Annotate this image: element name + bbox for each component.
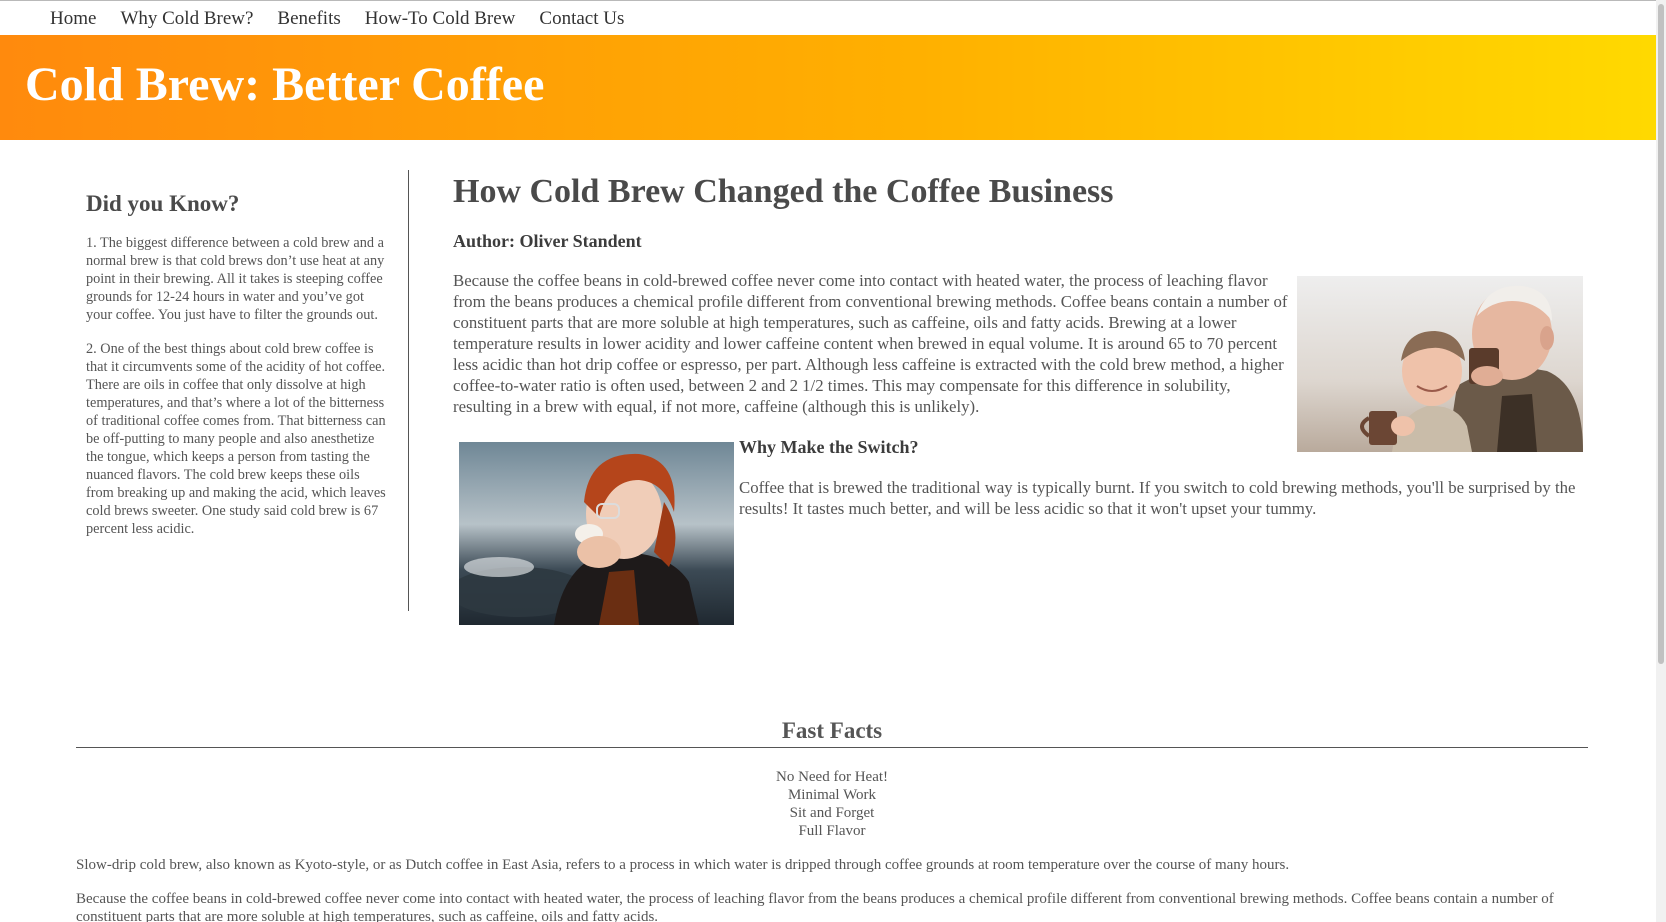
fast-fact-item: Full Flavor <box>798 822 866 839</box>
header-banner: Cold Brew: Better Coffee <box>0 35 1666 140</box>
did-you-know-sidebar: Did you Know? 1. The biggest difference … <box>86 170 386 611</box>
why-switch-section: Why Make the Switch? Coffee that is brew… <box>739 437 1584 519</box>
switch-text: Coffee that is brewed the traditional wa… <box>739 478 1576 518</box>
sidebar-fact-2: 2. One of the best things about cold bre… <box>86 340 386 537</box>
site-title: Cold Brew: Better Coffee <box>25 58 545 111</box>
article-intro: Because the coffee beans in cold-brewed … <box>453 271 1288 417</box>
article-title: How Cold Brew Changed the Coffee Busines… <box>453 173 1114 210</box>
nav-benefits[interactable]: Benefits <box>277 9 340 28</box>
woman-drinking-illustration <box>459 442 734 625</box>
scrollbar-thumb[interactable] <box>1658 4 1664 664</box>
article-author: Author: Oliver Standent <box>453 231 642 252</box>
nav-home[interactable]: Home <box>50 9 96 28</box>
switch-heading: Why Make the Switch? <box>739 437 919 457</box>
sidebar-divider <box>408 170 409 611</box>
fast-fact-item: No Need for Heat! <box>775 768 889 785</box>
nav-why-cold-brew[interactable]: Why Cold Brew? <box>120 9 253 28</box>
nav-how-to[interactable]: How-To Cold Brew <box>365 9 516 28</box>
fast-facts-heading: Fast Facts <box>781 718 883 743</box>
page: Home Why Cold Brew? Benefits How-To Cold… <box>0 0 1666 922</box>
fast-fact-item: Sit and Forget <box>789 804 875 821</box>
elderly-couple-coffee-image <box>1297 276 1583 452</box>
nav-list: Home Why Cold Brew? Benefits How-To Cold… <box>0 1 1666 35</box>
fast-facts-paragraph-1: Slow-drip cold brew, also known as Kyoto… <box>76 856 1290 873</box>
top-navigation: Home Why Cold Brew? Benefits How-To Cold… <box>0 0 1666 35</box>
fast-facts-list: No Need for Heat! Minimal Work Sit and F… <box>76 768 1588 840</box>
sidebar-heading: Did you Know? <box>86 191 240 216</box>
page-scrollbar[interactable] <box>1656 0 1666 922</box>
fast-facts-section: Fast Facts No Need for Heat! Minimal Wor… <box>76 717 1588 922</box>
sidebar-fact-1: 1. The biggest difference between a cold… <box>86 234 385 323</box>
fast-fact-item: Minimal Work <box>787 786 877 803</box>
nav-contact-us[interactable]: Contact Us <box>539 9 624 28</box>
fast-facts-paragraph-2: Because the coffee beans in cold-brewed … <box>76 890 1554 922</box>
elderly-couple-illustration <box>1297 276 1583 452</box>
woman-drinking-coffee-image <box>459 442 734 625</box>
fast-facts-divider <box>76 746 1588 748</box>
